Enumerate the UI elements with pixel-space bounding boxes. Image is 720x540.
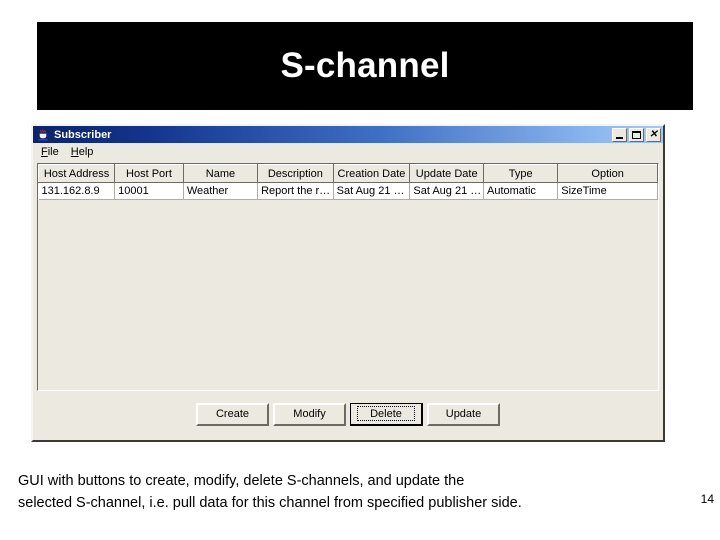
caption-line-2: selected S-channel, i.e. pull data for t… <box>18 495 522 511</box>
cell-creation-date: Sat Aug 21 … <box>333 182 411 200</box>
close-button[interactable]: ✕ <box>646 127 661 142</box>
menu-bar: File Help <box>33 143 663 162</box>
minimize-button[interactable] <box>612 127 627 142</box>
window-title: Subscriber <box>54 128 112 141</box>
java-coffee-cup-icon <box>36 128 50 142</box>
cell-type: Automatic <box>483 182 559 200</box>
delete-button-label: Delete <box>357 406 415 421</box>
create-button[interactable]: Create <box>196 402 269 426</box>
cell-description: Report the r… <box>257 182 334 200</box>
column-header-option[interactable]: Option <box>557 164 658 183</box>
column-header-update-date[interactable]: Update Date <box>409 164 485 183</box>
channel-table: Host Address Host Port Name Description … <box>38 164 658 200</box>
slide-title-banner: S-channel <box>37 22 693 110</box>
delete-button[interactable]: Delete <box>350 402 423 426</box>
channel-table-panel[interactable]: Host Address Host Port Name Description … <box>37 163 659 391</box>
action-button-bar: Create Modify Delete Update <box>33 394 663 434</box>
cell-name: Weather <box>183 182 259 200</box>
column-header-description[interactable]: Description <box>257 164 334 183</box>
cell-update-date: Sat Aug 21 … <box>409 182 485 200</box>
update-button[interactable]: Update <box>427 402 500 426</box>
subscriber-window: Subscriber ✕ File Help Host Address Host… <box>31 124 665 442</box>
column-header-host-port[interactable]: Host Port <box>114 164 184 183</box>
menu-item-file[interactable]: File <box>38 145 68 159</box>
slide-caption: GUI with buttons to create, modify, dele… <box>18 470 702 514</box>
cell-host-port: 10001 <box>114 182 184 200</box>
table-row[interactable]: 131.162.8.9 10001 Weather Report the r… … <box>38 182 658 200</box>
page-title: S-channel <box>280 46 450 85</box>
page-number: 14 <box>700 492 714 506</box>
table-empty-area <box>38 200 658 390</box>
column-header-name[interactable]: Name <box>182 164 259 183</box>
column-header-creation-date[interactable]: Creation Date <box>332 164 411 183</box>
table-header-row: Host Address Host Port Name Description … <box>38 164 658 183</box>
maximize-button[interactable] <box>629 127 644 142</box>
modify-button[interactable]: Modify <box>273 402 346 426</box>
cell-option: SizeTime <box>557 182 658 200</box>
caption-line-1: GUI with buttons to create, modify, dele… <box>18 473 465 489</box>
column-header-host-address[interactable]: Host Address <box>38 164 116 183</box>
cell-host-address: 131.162.8.9 <box>38 182 116 200</box>
menu-item-help[interactable]: Help <box>68 145 103 159</box>
window-controls: ✕ <box>612 127 662 142</box>
window-titlebar[interactable]: Subscriber ✕ <box>33 126 663 143</box>
column-header-type[interactable]: Type <box>483 164 559 183</box>
